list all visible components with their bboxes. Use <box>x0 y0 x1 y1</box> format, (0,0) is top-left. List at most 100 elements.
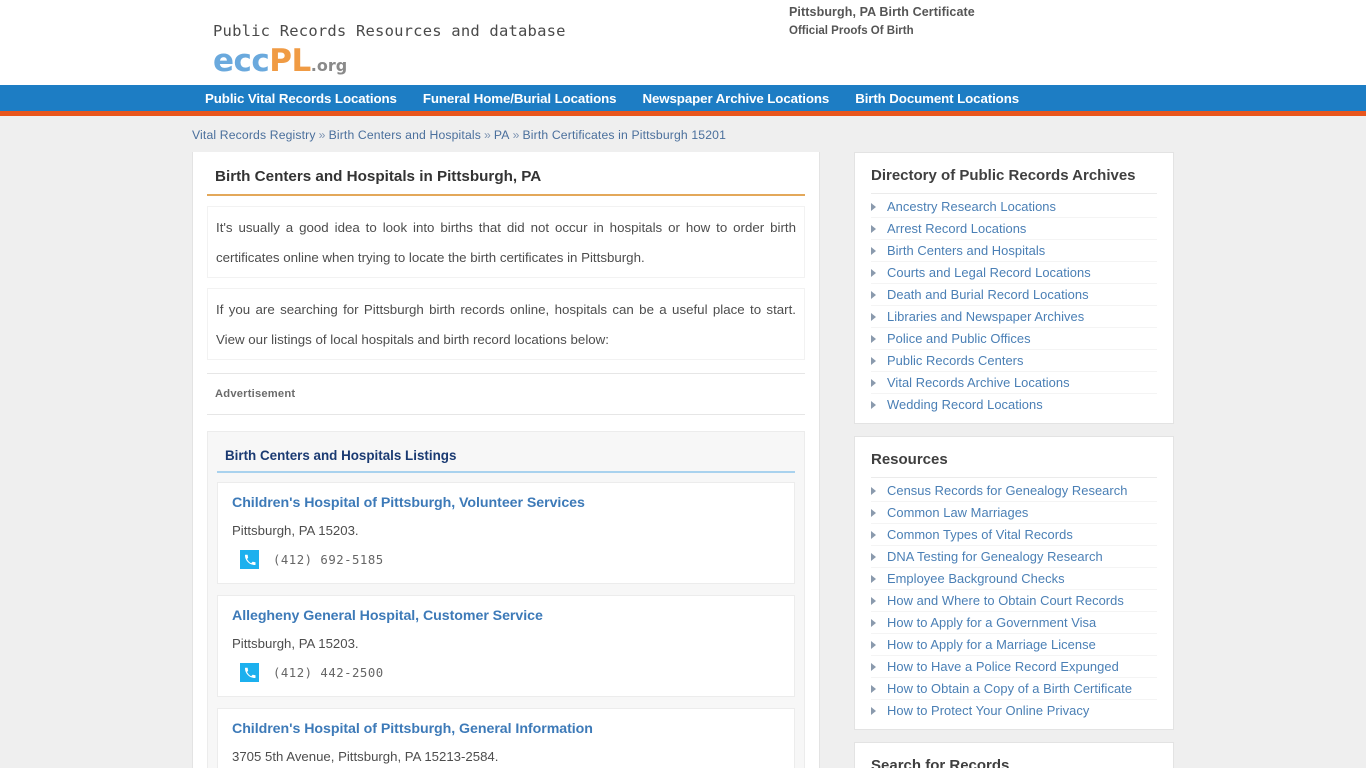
sidebar-item-death-and-burial-record-locations[interactable]: Death and Burial Record Locations <box>871 284 1157 306</box>
intro-paragraph-2: If you are searching for Pittsburgh birt… <box>207 288 805 360</box>
sidebar-item-arrest-record-locations[interactable]: Arrest Record Locations <box>871 218 1157 240</box>
breadcrumb-item-registry[interactable]: Vital Records Registry <box>192 128 316 142</box>
sidebar-item-how-to-protect-your-online-privacy[interactable]: How to Protect Your Online Privacy <box>871 700 1157 721</box>
triangle-bullet-icon <box>871 530 876 539</box>
sidebar-item-label: Ancestry Research Locations <box>887 199 1057 214</box>
sidebar-item-employee-background-checks[interactable]: Employee Background Checks <box>871 568 1157 590</box>
sidebar-item-ancestry-research-locations[interactable]: Ancestry Research Locations <box>871 196 1157 218</box>
triangle-bullet-icon <box>871 662 876 671</box>
breadcrumb-item-birth-centers[interactable]: Birth Centers and Hospitals <box>329 128 481 142</box>
site-logo[interactable]: eccPL.org <box>213 46 566 77</box>
logo-text-org: .org <box>310 56 348 75</box>
triangle-bullet-icon <box>871 246 876 255</box>
page-title: Birth Centers and Hospitals in Pittsburg… <box>207 168 805 196</box>
sidebar-item-label: Common Law Marriages <box>887 505 1029 520</box>
nav-item-newspaper-archive-locations[interactable]: Newspaper Archive Locations <box>642 91 829 106</box>
sidebar-box-search-for-records: Search for Records Information Found on … <box>854 742 1174 768</box>
sidebar-title-directory: Directory of Public Records Archives <box>871 167 1157 194</box>
listings-heading: Birth Centers and Hospitals Listings <box>217 448 795 473</box>
triangle-bullet-icon <box>871 596 876 605</box>
triangle-bullet-icon <box>871 486 876 495</box>
promo-subtitle: Official Proofs Of Birth <box>789 25 914 37</box>
sidebar-item-label: How and Where to Obtain Court Records <box>887 593 1124 608</box>
logo-text-ecc: ecc <box>213 43 270 79</box>
sidebar-item-label: Common Types of Vital Records <box>887 527 1073 542</box>
triangle-bullet-icon <box>871 400 876 409</box>
page-wrapper: Vital Records Registry» Birth Centers and… <box>0 116 1366 768</box>
listing-card: Children's Hospital of Pittsburgh, Volun… <box>217 482 795 584</box>
sidebar-item-how-to-have-a-police-record-expunged[interactable]: How to Have a Police Record Expunged <box>871 656 1157 678</box>
listing-phone-row: (412) 692-5185 <box>232 550 780 569</box>
sidebar-item-how-to-apply-for-a-marriage-license[interactable]: How to Apply for a Marriage License <box>871 634 1157 656</box>
sidebar-item-label: Employee Background Checks <box>887 571 1065 586</box>
triangle-bullet-icon <box>871 334 876 343</box>
breadcrumb-item-pa[interactable]: PA <box>494 128 510 142</box>
listing-address: 3705 5th Avenue, Pittsburgh, PA 15213-25… <box>232 749 499 764</box>
listing-address: Pittsburgh, PA 15203. <box>232 523 359 538</box>
sidebar-item-label: How to Obtain a Copy of a Birth Certific… <box>887 681 1133 696</box>
triangle-bullet-icon <box>871 574 876 583</box>
sidebar-item-label: Census Records for Genealogy Research <box>887 483 1128 498</box>
sidebar-item-label: Libraries and Newspaper Archives <box>887 309 1085 324</box>
listing-phone-number[interactable]: (412) 442-2500 <box>273 666 384 680</box>
sidebar-item-wedding-record-locations[interactable]: Wedding Record Locations <box>871 394 1157 415</box>
sidebar-item-dna-testing-for-genealogy-research[interactable]: DNA Testing for Genealogy Research <box>871 546 1157 568</box>
listing-phone-number[interactable]: (412) 692-5185 <box>273 553 384 567</box>
sidebar-item-common-law-marriages[interactable]: Common Law Marriages <box>871 502 1157 524</box>
sidebar-item-how-to-apply-for-a-government-visa[interactable]: How to Apply for a Government Visa <box>871 612 1157 634</box>
sidebar-item-vital-records-archive-locations[interactable]: Vital Records Archive Locations <box>871 372 1157 394</box>
phone-icon <box>240 663 259 682</box>
advertisement-zone: Advertisement <box>207 373 805 415</box>
triangle-bullet-icon <box>871 552 876 561</box>
brand-block[interactable]: Public Records Resources and database ec… <box>213 22 566 77</box>
sidebar-item-libraries-and-newspaper-archives[interactable]: Libraries and Newspaper Archives <box>871 306 1157 328</box>
listing-card: Children's Hospital of Pittsburgh, Gener… <box>217 708 795 768</box>
sidebar-item-how-to-obtain-a-copy-of-a-birth-certificate[interactable]: How to Obtain a Copy of a Birth Certific… <box>871 678 1157 700</box>
sidebar-box-resources: Resources Census Records for Genealogy R… <box>854 436 1174 730</box>
triangle-bullet-icon <box>871 312 876 321</box>
listing-name[interactable]: Children's Hospital of Pittsburgh, Gener… <box>232 721 780 737</box>
listing-name[interactable]: Allegheny General Hospital, Customer Ser… <box>232 608 780 624</box>
sidebar-item-label: Courts and Legal Record Locations <box>887 265 1091 280</box>
sidebar-list-directory: Ancestry Research Locations Arrest Recor… <box>871 196 1157 415</box>
sidebar-item-common-types-of-vital-records[interactable]: Common Types of Vital Records <box>871 524 1157 546</box>
site-header: Public Records Resources and database ec… <box>0 0 1366 85</box>
listings-panel: Birth Centers and Hospitals Listings Chi… <box>207 431 805 768</box>
sidebar-item-label: How to Apply for a Marriage License <box>887 637 1096 652</box>
triangle-bullet-icon <box>871 378 876 387</box>
sidebar-item-label: Vital Records Archive Locations <box>887 375 1070 390</box>
content-layout: Birth Centers and Hospitals in Pittsburg… <box>0 152 1366 768</box>
sidebar-item-census-records-for-genealogy-research[interactable]: Census Records for Genealogy Research <box>871 480 1157 502</box>
sidebar-item-label: Public Records Centers <box>887 353 1024 368</box>
triangle-bullet-icon <box>871 224 876 233</box>
sidebar-item-label: Wedding Record Locations <box>887 397 1043 412</box>
sidebar: Directory of Public Records Archives Anc… <box>854 152 1174 768</box>
sidebar-title-resources: Resources <box>871 451 1157 478</box>
sidebar-item-label: Birth Centers and Hospitals <box>887 243 1046 258</box>
listing-name[interactable]: Children's Hospital of Pittsburgh, Volun… <box>232 495 780 511</box>
breadcrumb-separator: » <box>483 128 491 142</box>
nav-item-funeral-home-burial-locations[interactable]: Funeral Home/Burial Locations <box>423 91 617 106</box>
listing-card: Allegheny General Hospital, Customer Ser… <box>217 595 795 697</box>
breadcrumb-separator: » <box>512 128 520 142</box>
listing-phone-row: (412) 442-2500 <box>232 663 780 682</box>
nav-item-birth-document-locations[interactable]: Birth Document Locations <box>855 91 1019 106</box>
sidebar-item-police-and-public-offices[interactable]: Police and Public Offices <box>871 328 1157 350</box>
sidebar-item-how-and-where-to-obtain-court-records[interactable]: How and Where to Obtain Court Records <box>871 590 1157 612</box>
sidebar-item-courts-and-legal-record-locations[interactable]: Courts and Legal Record Locations <box>871 262 1157 284</box>
sidebar-box-directory: Directory of Public Records Archives Anc… <box>854 152 1174 424</box>
sidebar-item-label: How to Apply for a Government Visa <box>887 615 1097 630</box>
breadcrumb-item-current: Birth Certificates in Pittsburgh 15201 <box>522 128 727 142</box>
logo-text-pl: PL <box>269 43 311 79</box>
nav-item-public-vital-records-locations[interactable]: Public Vital Records Locations <box>205 91 397 106</box>
promo-title: Pittsburgh, PA Birth Certificate <box>789 5 975 19</box>
breadcrumb: Vital Records Registry» Birth Centers and… <box>192 125 1175 152</box>
sidebar-list-resources: Census Records for Genealogy Research Co… <box>871 480 1157 721</box>
header-promo: Pittsburgh, PA Birth Certificate Officia… <box>789 5 975 37</box>
sidebar-item-public-records-centers[interactable]: Public Records Centers <box>871 350 1157 372</box>
breadcrumb-separator: » <box>318 128 326 142</box>
sidebar-item-label: How to Protect Your Online Privacy <box>887 703 1090 718</box>
triangle-bullet-icon <box>871 706 876 715</box>
sidebar-item-birth-centers-and-hospitals[interactable]: Birth Centers and Hospitals <box>871 240 1157 262</box>
triangle-bullet-icon <box>871 202 876 211</box>
